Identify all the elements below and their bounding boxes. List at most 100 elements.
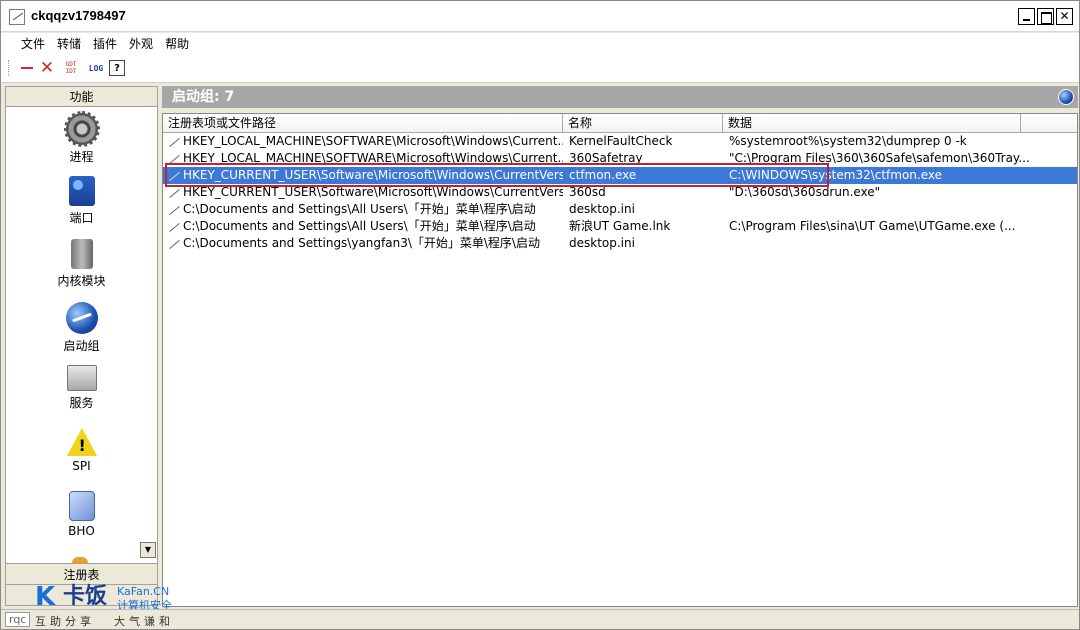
sidebar-item-port[interactable]: 端口 [6, 176, 157, 226]
sidebar-section-registry[interactable]: 注册表 [6, 563, 157, 585]
data-cell: %systemroot%\system32\dumprep 0 -k [729, 134, 967, 148]
sidebar-item-spi[interactable]: SPI [6, 428, 157, 473]
window-controls: ✕ [1018, 8, 1073, 25]
table-row[interactable]: HKEY_LOCAL_MACHINE\SOFTWARE\Microsoft\Wi… [163, 133, 1077, 150]
path-cell: C:\Documents and Settings\All Users\「开始」… [163, 218, 563, 235]
sidebar-item-label: 进程 [69, 150, 94, 164]
sidebar-item-label: SPI [72, 459, 91, 473]
status-text-left: 互助分享 [35, 615, 95, 628]
name-cell: 360Safetray [569, 151, 643, 165]
registry-entry-icon [167, 186, 181, 200]
gdt-idt-button[interactable]: GDT IDT [63, 60, 79, 76]
toolbar: ✕ GDT IDT LOG ? [1, 53, 1079, 83]
data-cell: "C:\Program Files\360\360Safe\safemon\36… [729, 151, 1030, 165]
path-text: C:\Documents and Settings\yangfan3\「开始」菜… [183, 236, 540, 250]
delete-icon[interactable]: ✕ [39, 58, 55, 78]
path-cell: HKEY_LOCAL_MACHINE\SOFTWARE\Microsoft\Wi… [163, 133, 563, 150]
table-row[interactable]: C:\Documents and Settings\yangfan3\「开始」菜… [163, 235, 1077, 252]
status-text-right: 大气谦和 [114, 615, 174, 628]
name-cell: desktop.ini [569, 236, 635, 250]
title-bar: ckqqzv1798497 ✕ [1, 1, 1079, 32]
registry-entry-icon [167, 152, 181, 166]
data-cell [723, 235, 1077, 252]
sidebar-item-label: 启动组 [63, 339, 100, 353]
bho-icon [68, 491, 95, 521]
name-cell: desktop.ini [569, 202, 635, 216]
file-entry-icon [167, 220, 181, 234]
registry-entry-icon [167, 169, 181, 183]
kernel-module-icon [70, 239, 93, 269]
sidebar-item-bho[interactable]: BHO [6, 491, 157, 538]
path-cell: HKEY_CURRENT_USER\Software\Microsoft\Win… [163, 184, 563, 201]
status-tag: rqc [5, 612, 31, 627]
list-header: 注册表项或文件路径 名称 数据 [163, 114, 1077, 133]
table-row[interactable]: HKEY_LOCAL_MACHINE\SOFTWARE\Microsoft\Wi… [163, 150, 1077, 167]
name-cell: 新浪UT Game.lnk [569, 219, 671, 233]
port-icon [68, 176, 95, 206]
menu-appearance[interactable]: 外观 [123, 33, 159, 53]
close-button[interactable]: ✕ [1056, 8, 1073, 25]
service-computer-icon [66, 365, 97, 391]
data-cell: C:\WINDOWS\system32\ctfmon.exe [729, 168, 943, 182]
startup-list: 注册表项或文件路径 名称 数据 HKEY_LOCAL_MACHINE\SOFTW… [162, 113, 1078, 607]
status-bar: rqc 互助分享 大气谦和 [1, 609, 1079, 629]
idt-label: IDT [65, 68, 77, 75]
name-cell: 360sd [569, 185, 606, 199]
warning-icon [66, 428, 97, 456]
sidebar-item-startup[interactable]: 启动组 [6, 302, 157, 354]
sidebar-item-process[interactable]: 进程 [6, 111, 157, 165]
path-text: HKEY_LOCAL_MACHINE\SOFTWARE\Microsoft\Wi… [183, 151, 563, 165]
menu-help[interactable]: 帮助 [159, 33, 195, 53]
data-cell [723, 201, 1077, 218]
gear-icon [63, 111, 100, 147]
refresh-globe-icon[interactable] [1058, 89, 1074, 105]
page-title: 启动组: 7 [172, 89, 235, 105]
path-text: HKEY_LOCAL_MACHINE\SOFTWARE\Microsoft\Wi… [183, 134, 563, 148]
file-entry-icon [167, 203, 181, 217]
table-row[interactable]: HKEY_CURRENT_USER\Software\Microsoft\Win… [163, 184, 1077, 201]
column-header-name[interactable]: 名称 [563, 114, 723, 132]
column-header-data[interactable]: 数据 [723, 114, 1021, 132]
table-row[interactable]: C:\Documents and Settings\All Users\「开始」… [163, 218, 1077, 235]
kafan-logo-icon: K [35, 582, 56, 612]
data-cell: "D:\360sd\360sdrun.exe" [729, 185, 881, 199]
path-text: HKEY_CURRENT_USER\Software\Microsoft\Win… [183, 168, 563, 182]
remove-icon[interactable] [19, 60, 35, 76]
menu-plugins[interactable]: 插件 [87, 33, 123, 53]
app-window: ckqqzv1798497 ✕ 文件 转储 插件 外观 帮助 ✕ GDT IDT… [0, 0, 1080, 630]
log-button[interactable]: LOG [85, 60, 107, 76]
startup-group-header: 启动组: 7 [162, 86, 1078, 108]
column-header-path[interactable]: 注册表项或文件路径 [163, 114, 563, 132]
name-cell: KernelFaultCheck [569, 134, 673, 148]
menu-file[interactable]: 文件 [15, 33, 51, 53]
sidebar-item-kernel-module[interactable]: 内核模块 [6, 239, 157, 289]
gdt-label: GDT [65, 61, 77, 68]
sidebar-item-service[interactable]: 服务 [6, 365, 157, 411]
minimize-button[interactable] [1018, 8, 1035, 25]
app-icon [9, 9, 25, 25]
sidebar-header[interactable]: 功能 [6, 87, 157, 107]
name-cell: ctfmon.exe [569, 168, 637, 182]
sidebar-item-label: 内核模块 [57, 274, 106, 288]
sidebar-scroll-down-button[interactable]: ▼ [140, 542, 156, 558]
maximize-button[interactable] [1037, 8, 1054, 25]
menu-dump[interactable]: 转储 [51, 33, 87, 53]
file-entry-icon [167, 237, 181, 251]
function-sidebar: 功能 进程 端口 内核模块 启动组 服务 SPI BHO ▼ [5, 86, 158, 606]
watermark-brand: 卡饭 [63, 584, 108, 609]
path-text: C:\Documents and Settings\All Users\「开始」… [183, 219, 536, 233]
registry-entry-icon [167, 135, 181, 149]
sidebar-item-label: 服务 [69, 396, 94, 410]
path-cell: HKEY_CURRENT_USER\Software\Microsoft\Win… [163, 167, 563, 184]
table-row-selected[interactable]: HKEY_CURRENT_USER\Software\Microsoft\Win… [163, 167, 1077, 184]
menu-bar: 文件 转储 插件 外观 帮助 [1, 33, 1079, 53]
sidebar-item-label: BHO [68, 524, 95, 538]
path-cell: C:\Documents and Settings\yangfan3\「开始」菜… [163, 235, 563, 252]
table-row[interactable]: C:\Documents and Settings\All Users\「开始」… [163, 201, 1077, 218]
toolbar-grip[interactable] [8, 60, 10, 76]
data-cell: C:\Program Files\sina\UT Game\UTGame.exe… [729, 219, 1016, 233]
startup-globe-icon [65, 302, 98, 334]
help-icon[interactable]: ? [109, 60, 125, 76]
path-cell: HKEY_LOCAL_MACHINE\SOFTWARE\Microsoft\Wi… [163, 150, 563, 167]
window-title: ckqqzv1798497 [31, 8, 126, 23]
